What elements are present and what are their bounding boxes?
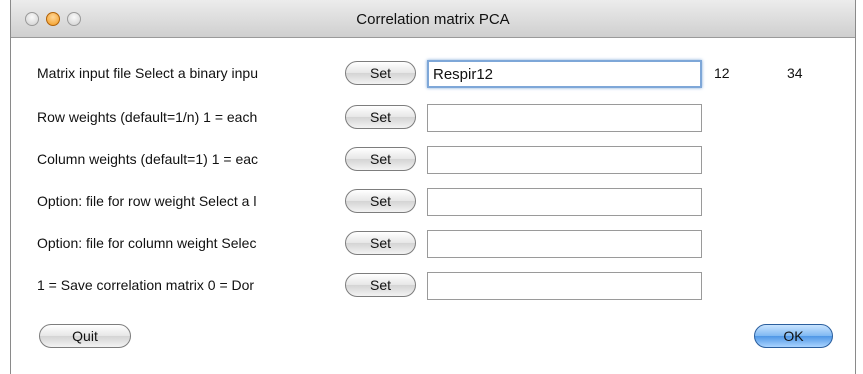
row-column-weights: Column weights (default=1) 1 = eac Set — [11, 145, 855, 175]
matrix-columns-count: 34 — [787, 65, 803, 81]
dialog-window: Correlation matrix PCA Matrix input file… — [10, 0, 856, 374]
row-column-weight-file: Option: file for column weight Selec Set — [11, 229, 855, 259]
matrix-input-file-set-button[interactable]: Set — [345, 61, 416, 85]
row-weight-file-label: Option: file for row weight Select a l — [37, 193, 257, 209]
title-bar[interactable]: Correlation matrix PCA — [11, 0, 855, 38]
column-weight-file-set-button[interactable]: Set — [345, 231, 416, 255]
matrix-input-file-label: Matrix input file Select a binary inpu — [37, 65, 258, 81]
matrix-rows-count: 12 — [714, 65, 730, 81]
save-correlation-matrix-set-button[interactable]: Set — [345, 273, 416, 297]
column-weight-file-label: Option: file for column weight Selec — [37, 235, 257, 251]
column-weights-set-button[interactable]: Set — [345, 147, 416, 171]
row-weight-file-field[interactable] — [427, 188, 702, 216]
window-title: Correlation matrix PCA — [356, 11, 510, 28]
column-weights-label: Column weights (default=1) 1 = eac — [37, 151, 259, 167]
column-weights-field[interactable] — [427, 146, 702, 174]
row-weights-set-button[interactable]: Set — [345, 105, 416, 129]
ok-button[interactable]: OK — [754, 324, 833, 348]
row-weight-file-set-button[interactable]: Set — [345, 189, 416, 213]
save-correlation-matrix-field[interactable] — [427, 272, 702, 300]
column-weight-file-field[interactable] — [427, 230, 702, 258]
row-matrix-input-file: Matrix input file Select a binary inpu S… — [11, 59, 855, 89]
row-save-correlation-matrix: 1 = Save correlation matrix 0 = Dor Set — [11, 271, 855, 301]
row-weights-field[interactable] — [427, 104, 702, 132]
quit-button[interactable]: Quit — [39, 324, 131, 348]
row-weights-label: Row weights (default=1/n) 1 = each — [37, 109, 258, 125]
save-correlation-matrix-label: 1 = Save correlation matrix 0 = Dor — [37, 277, 255, 293]
row-row-weights: Row weights (default=1/n) 1 = each Set — [11, 103, 855, 133]
row-row-weight-file: Option: file for row weight Select a l S… — [11, 187, 855, 217]
matrix-input-file-field[interactable] — [427, 60, 702, 88]
